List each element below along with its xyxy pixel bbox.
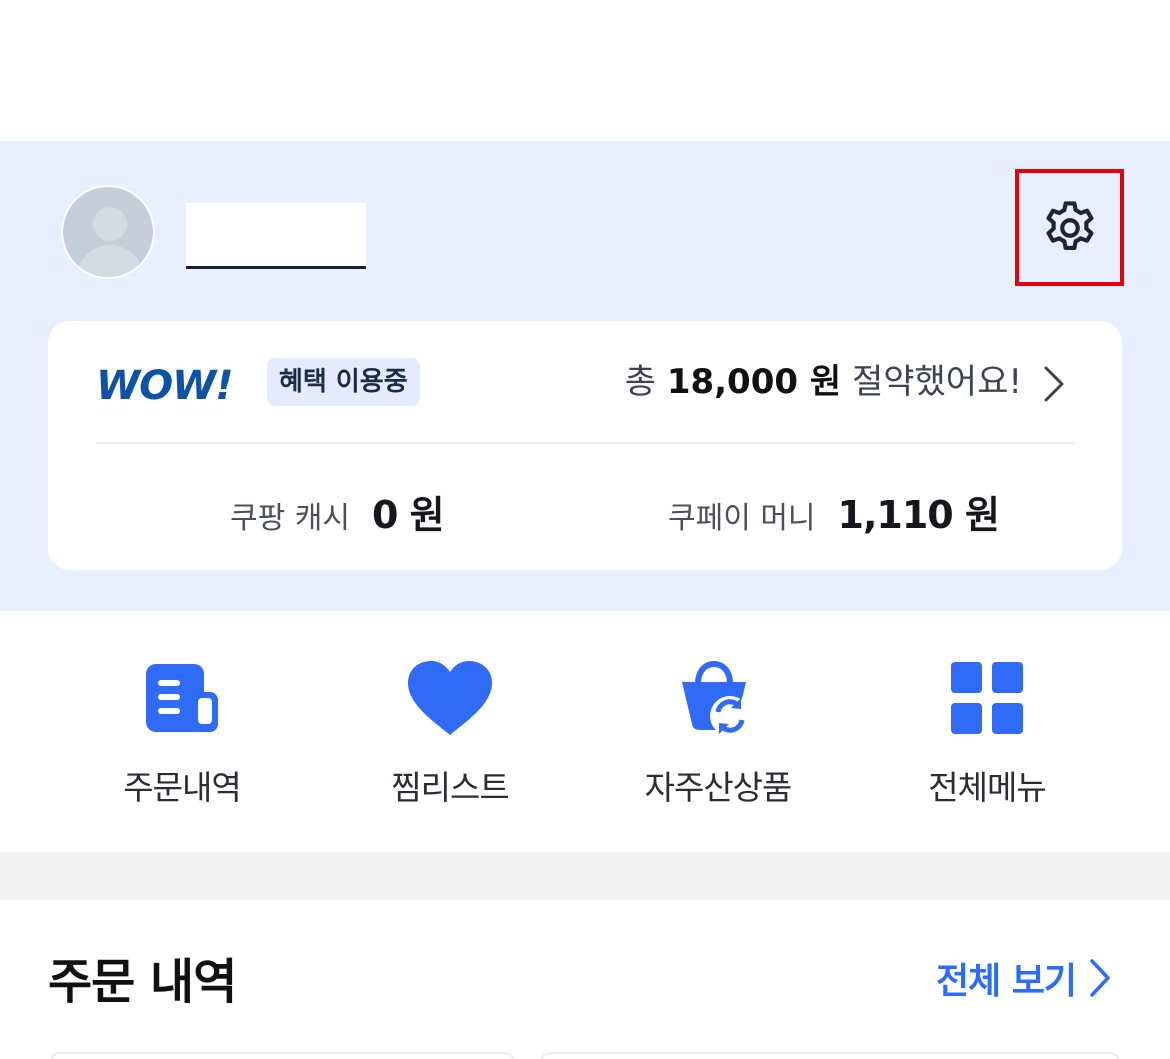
chevron-right-icon — [1090, 959, 1110, 997]
avatar-body-shape — [77, 245, 143, 277]
name-redaction-mask — [186, 203, 366, 266]
quick-menu: 주문내역 찜리스트 자주산상품 전체메뉴 — [0, 611, 1170, 852]
top-blank-area — [0, 0, 1170, 141]
quick-menu-label: 주문내역 — [123, 768, 241, 807]
section-separator — [0, 852, 1170, 900]
avatar[interactable] — [61, 185, 155, 279]
avatar-head-shape — [93, 207, 127, 241]
wow-logo: WOW! — [96, 363, 233, 409]
settings-button[interactable] — [1015, 169, 1124, 286]
reorder-bag-icon — [673, 653, 763, 743]
view-all-orders-link[interactable]: 전체 보기 — [936, 952, 1112, 1004]
user-name-redacted — [186, 203, 366, 269]
savings-summary[interactable]: 총 18,000 원 절약했어요! — [625, 359, 1022, 405]
grid-icon — [942, 653, 1032, 743]
coupang-cash-label: 쿠팡 캐시 — [230, 501, 350, 536]
benefit-status-badge: 혜택 이용중 — [267, 358, 420, 406]
chevron-right-icon[interactable] — [1042, 365, 1066, 403]
quick-menu-all[interactable]: 전체메뉴 — [857, 611, 1117, 852]
gear-icon — [1045, 200, 1094, 250]
quick-menu-label: 찜리스트 — [391, 768, 509, 807]
coupang-cash-value: 0 원 — [371, 493, 445, 537]
savings-amount: 18,000 원 — [666, 362, 842, 402]
quick-menu-orders[interactable]: 주문내역 — [52, 611, 312, 852]
view-all-label: 전체 보기 — [935, 961, 1077, 1002]
quick-menu-wishlist[interactable]: 찜리스트 — [320, 611, 580, 852]
order-card[interactable] — [540, 1052, 1120, 1059]
coupay-money-label: 쿠페이 머니 — [668, 501, 816, 536]
coupay-money-value: 1,110 원 — [837, 493, 1000, 537]
card-divider — [96, 442, 1074, 444]
orders-section: 주문 내역 전체 보기 — [0, 900, 1170, 1059]
receipt-icon — [137, 653, 227, 743]
savings-suffix: 절약했어요! — [851, 362, 1022, 402]
savings-prefix: 총 — [624, 362, 657, 402]
quick-menu-label: 자주산상품 — [644, 768, 793, 807]
coupang-cash-balance[interactable]: 쿠팡 캐시 0 원 — [230, 484, 445, 539]
quick-menu-label: 전체메뉴 — [928, 768, 1046, 807]
quick-menu-frequent[interactable]: 자주산상품 — [588, 611, 848, 852]
heart-icon — [405, 653, 495, 743]
profile-header: WOW! 혜택 이용중 총 18,000 원 절약했어요! 쿠팡 캐시 0 원 … — [0, 141, 1170, 611]
coupay-money-balance[interactable]: 쿠페이 머니 1,110 원 — [668, 484, 1000, 539]
wow-membership-card[interactable]: WOW! 혜택 이용중 총 18,000 원 절약했어요! 쿠팡 캐시 0 원 … — [48, 321, 1122, 570]
orders-section-title: 주문 내역 — [48, 954, 237, 1010]
order-card[interactable] — [50, 1052, 515, 1059]
